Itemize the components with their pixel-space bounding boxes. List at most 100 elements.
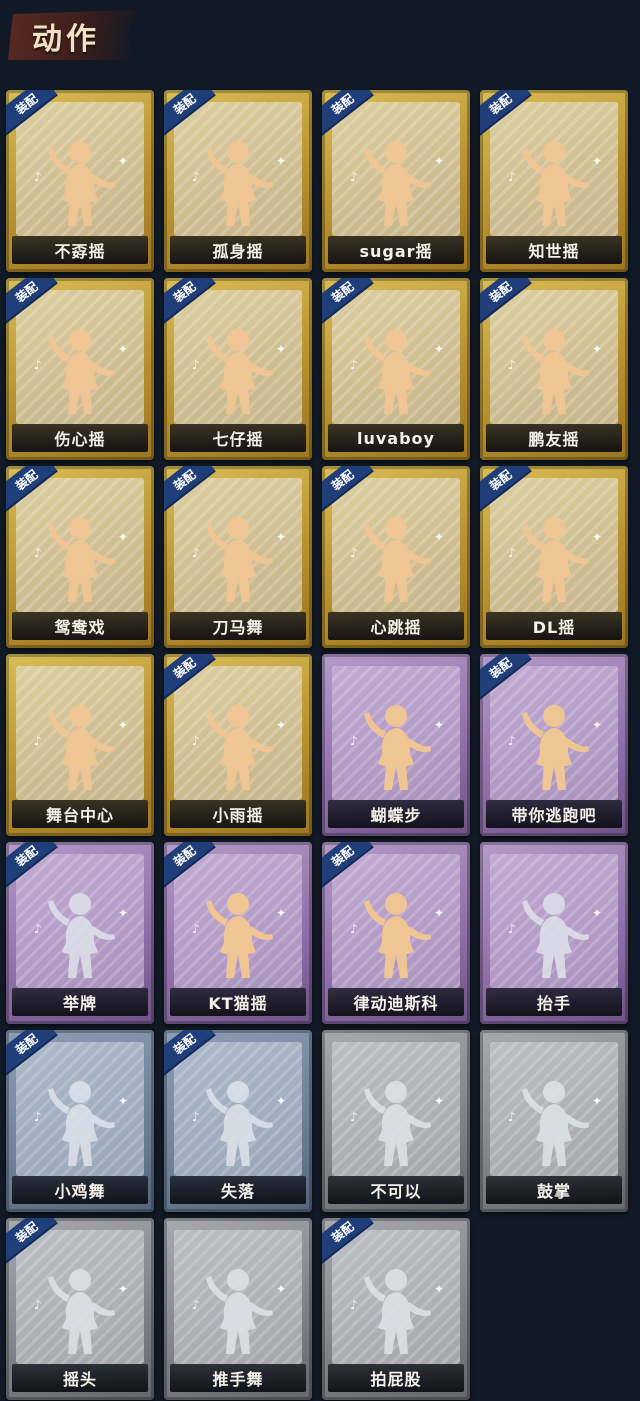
sparkle-icon: ✦ xyxy=(591,342,602,356)
page-title: 动作 xyxy=(32,22,100,57)
action-card-13[interactable]: ♪ ✦ 舞台中心 xyxy=(6,654,154,836)
action-card-2[interactable]: ♪ ✦ 孤身摇 装配 xyxy=(164,90,312,272)
sparkle-icon: ✦ xyxy=(433,718,444,732)
card-label-bar: 刀马舞 xyxy=(170,612,306,640)
music-note-icon: ♪ xyxy=(34,734,42,748)
sparkle-icon: ✦ xyxy=(117,1282,128,1296)
action-name: 推手舞 xyxy=(212,1370,264,1389)
music-note-icon: ♪ xyxy=(508,922,516,936)
action-card-16[interactable]: ♪ ✦ 带你逃跑吧 装配 xyxy=(480,654,628,836)
action-card-11[interactable]: ♪ ✦ 心跳摇 装配 xyxy=(322,466,470,648)
card-label-bar: 摇头 xyxy=(12,1364,148,1392)
header-bar: 动作 xyxy=(0,0,640,86)
sparkle-icon: ✦ xyxy=(591,154,602,168)
action-card-14[interactable]: ♪ ✦ 小雨摇 装配 xyxy=(164,654,312,836)
sparkle-icon: ✦ xyxy=(275,530,286,544)
dance-figure-icon xyxy=(198,138,278,228)
action-card-10[interactable]: ♪ ✦ 刀马舞 装配 xyxy=(164,466,312,648)
action-card-12[interactable]: ♪ ✦ DL摇 装配 xyxy=(480,466,628,648)
action-name: 伤心摇 xyxy=(54,430,106,449)
crawl-figure-icon xyxy=(198,1078,278,1168)
action-card-6[interactable]: ♪ ✦ 七仔摇 装配 xyxy=(164,278,312,460)
action-card-21[interactable]: ♪ ✦ 小鸡舞 装配 xyxy=(6,1030,154,1212)
chicken-dance-figure-icon xyxy=(40,1078,120,1168)
action-name: 孤身摇 xyxy=(212,242,264,261)
card-label-bar: DL摇 xyxy=(486,612,622,640)
action-name: DL摇 xyxy=(532,618,576,637)
music-note-icon: ♪ xyxy=(508,546,516,560)
music-note-icon: ♪ xyxy=(34,1298,42,1312)
dance-figure-icon xyxy=(198,514,278,604)
dance-figure-icon xyxy=(514,514,594,604)
action-name: 律动迪斯科 xyxy=(353,994,439,1013)
action-card-20[interactable]: ♪ ✦ 抬手 xyxy=(480,842,628,1024)
dance-figure-icon xyxy=(356,514,436,604)
action-card-25[interactable]: ♪ ✦ 摇头 装配 xyxy=(6,1218,154,1400)
music-note-icon: ♪ xyxy=(192,1298,200,1312)
music-note-icon: ♪ xyxy=(508,170,516,184)
action-name: 不孬摇 xyxy=(54,242,106,261)
action-name: 不可以 xyxy=(370,1182,422,1201)
sparkle-icon: ✦ xyxy=(275,154,286,168)
action-card-4[interactable]: ♪ ✦ 知世摇 装配 xyxy=(480,90,628,272)
dance-figure-icon xyxy=(356,890,436,980)
dance-figure-icon xyxy=(514,702,594,792)
action-card-24[interactable]: ♪ ✦ 鼓掌 xyxy=(480,1030,628,1212)
action-name: 刀马舞 xyxy=(212,618,264,637)
action-name: 摇头 xyxy=(62,1370,97,1389)
music-note-icon: ♪ xyxy=(192,922,200,936)
sparkle-icon: ✦ xyxy=(591,530,602,544)
action-name: 舞台中心 xyxy=(45,806,114,825)
action-card-27[interactable]: ♪ ✦ 拍屁股 装配 xyxy=(322,1218,470,1400)
card-label-bar: KT猫摇 xyxy=(170,988,306,1016)
action-grid: ♪ ✦ 不孬摇 装配 ♪ ✦ 孤身摇 装配 ♪ ✦ sugar摇 装配 ♪ ✦ … xyxy=(6,90,634,1400)
music-note-icon: ♪ xyxy=(34,922,42,936)
hold-sign-figure-icon xyxy=(40,890,120,980)
action-name: 带你逃跑吧 xyxy=(511,806,597,825)
music-note-icon: ♪ xyxy=(34,358,42,372)
action-card-23[interactable]: ♪ ✦ 不可以 xyxy=(322,1030,470,1212)
music-note-icon: ♪ xyxy=(350,1110,358,1124)
dance-figure-icon xyxy=(514,138,594,228)
music-note-icon: ♪ xyxy=(350,170,358,184)
dance-figure-icon xyxy=(198,326,278,416)
card-label-bar: 小鸡舞 xyxy=(12,1176,148,1204)
action-card-1[interactable]: ♪ ✦ 不孬摇 装配 xyxy=(6,90,154,272)
music-note-icon: ♪ xyxy=(350,922,358,936)
sparkle-icon: ✦ xyxy=(433,154,444,168)
shake-head-figure-icon xyxy=(40,1266,120,1356)
card-label-bar: 不可以 xyxy=(328,1176,464,1204)
card-label-bar: 小雨摇 xyxy=(170,800,306,828)
dance-figure-icon xyxy=(514,326,594,416)
sparkle-icon: ✦ xyxy=(433,530,444,544)
action-card-22[interactable]: ♪ ✦ 失落 装配 xyxy=(164,1030,312,1212)
action-name: 鼓掌 xyxy=(536,1182,571,1201)
action-name: 鹏友摇 xyxy=(528,430,580,449)
action-card-9[interactable]: ♪ ✦ 鸳鸯戏 装配 xyxy=(6,466,154,648)
action-name: 知世摇 xyxy=(528,242,580,261)
action-card-3[interactable]: ♪ ✦ sugar摇 装配 xyxy=(322,90,470,272)
action-card-7[interactable]: ♪ ✦ luvaboy 装配 xyxy=(322,278,470,460)
action-card-8[interactable]: ♪ ✦ 鹏友摇 装配 xyxy=(480,278,628,460)
action-name: 鸳鸯戏 xyxy=(54,618,106,637)
action-name: luvaboy xyxy=(357,428,435,448)
music-note-icon: ♪ xyxy=(508,734,516,748)
music-note-icon: ♪ xyxy=(192,734,200,748)
sparkle-icon: ✦ xyxy=(591,718,602,732)
push-hands-figure-icon xyxy=(198,1266,278,1356)
sparkle-icon: ✦ xyxy=(591,906,602,920)
action-card-26[interactable]: ♪ ✦ 推手舞 xyxy=(164,1218,312,1400)
card-label-bar: 拍屁股 xyxy=(328,1364,464,1392)
card-label-bar: 心跳摇 xyxy=(328,612,464,640)
sparkle-icon: ✦ xyxy=(275,342,286,356)
action-card-17[interactable]: ♪ ✦ 举牌 装配 xyxy=(6,842,154,1024)
action-card-19[interactable]: ♪ ✦ 律动迪斯科 装配 xyxy=(322,842,470,1024)
card-label-bar: 知世摇 xyxy=(486,236,622,264)
action-card-18[interactable]: ♪ ✦ KT猫摇 装配 xyxy=(164,842,312,1024)
music-note-icon: ♪ xyxy=(508,1110,516,1124)
action-name: 失落 xyxy=(220,1182,255,1201)
dance-figure-icon xyxy=(40,138,120,228)
action-card-15[interactable]: ♪ ✦ 蝴蝶步 xyxy=(322,654,470,836)
sparkle-icon: ✦ xyxy=(117,718,128,732)
action-card-5[interactable]: ♪ ✦ 伤心摇 装配 xyxy=(6,278,154,460)
